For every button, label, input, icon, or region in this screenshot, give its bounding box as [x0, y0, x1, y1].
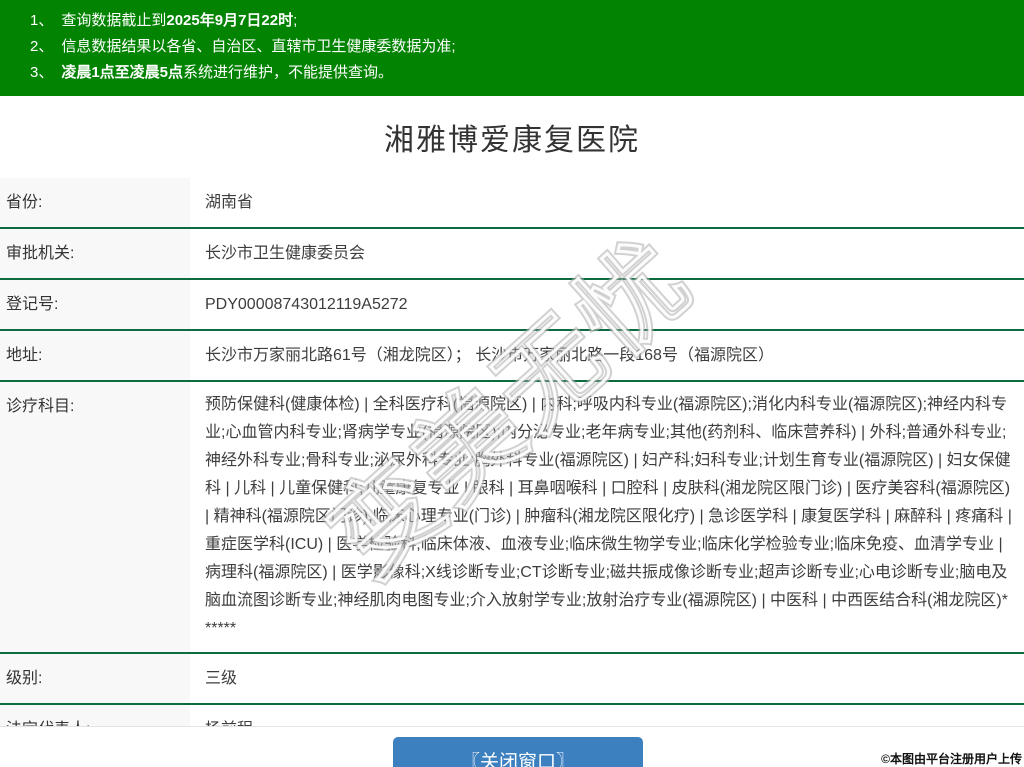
notice-text: 系统进行维护，不能提供查询。	[183, 64, 393, 81]
notice-line-1: 1、查询数据截止到2025年9月7日22时;	[30, 8, 1014, 34]
row-value: 预防保健科(健康体检) | 全科医疗科(福源院区) | 内科;呼吸内科专业(福源…	[190, 382, 1024, 652]
row-label: 地址:	[0, 331, 190, 380]
row-value: PDY00008743012119A5272	[190, 280, 1024, 329]
table-row-level: 级别: 三级	[0, 654, 1024, 705]
hospital-query-result-page: 1、查询数据截止到2025年9月7日22时; 2、信息数据结果以各省、自治区、直…	[0, 0, 1024, 767]
notice-banner: 1、查询数据截止到2025年9月7日22时; 2、信息数据结果以各省、自治区、直…	[0, 0, 1024, 96]
notice-text: 信息数据结果以各省、自治区、直辖市卫生健康委数据为准;	[61, 38, 455, 55]
row-label: 级别:	[0, 654, 190, 703]
notice-text-bold: 2025年9月7日22时	[166, 12, 293, 29]
table-row-approval-authority: 审批机关: 长沙市卫生健康委员会	[0, 229, 1024, 280]
notice-number: 3、	[30, 64, 53, 81]
notice-line-3: 3、凌晨1点至凌晨5点系统进行维护，不能提供查询。	[30, 60, 1014, 86]
hospital-info-table: 省份: 湖南省 审批机关: 长沙市卫生健康委员会 登记号: PDY0000874…	[0, 178, 1024, 756]
notice-text-bold: 凌晨1点至凌晨5点	[61, 64, 183, 81]
row-label: 省份:	[0, 178, 190, 227]
upload-copyright-note: ©本图由平台注册用户上传	[881, 750, 1022, 767]
row-value: 湖南省	[190, 178, 1024, 227]
row-label: 登记号:	[0, 280, 190, 329]
notice-text: 查询数据截止到	[61, 12, 166, 29]
page-title: 湘雅博爱康复医院	[0, 96, 1024, 178]
row-value: 三级	[190, 654, 1024, 703]
table-row-address: 地址: 长沙市万家丽北路61号（湘龙院区）； 长沙市万家丽北路一段168号（福源…	[0, 331, 1024, 382]
row-label: 诊疗科目:	[0, 382, 190, 652]
row-label: 审批机关:	[0, 229, 190, 278]
close-window-button[interactable]: 〖关闭窗口〗	[393, 737, 643, 767]
notice-number: 2、	[30, 38, 53, 55]
notice-number: 1、	[30, 12, 53, 29]
notice-line-2: 2、信息数据结果以各省、自治区、直辖市卫生健康委数据为准;	[30, 34, 1014, 60]
row-value: 长沙市万家丽北路61号（湘龙院区）； 长沙市万家丽北路一段168号（福源院区）	[190, 331, 1024, 380]
row-value: 长沙市卫生健康委员会	[190, 229, 1024, 278]
table-row-province: 省份: 湖南省	[0, 178, 1024, 229]
table-row-registration-number: 登记号: PDY00008743012119A5272	[0, 280, 1024, 331]
footer-bar: 〖关闭窗口〗 ©本图由平台注册用户上传	[0, 726, 1024, 767]
notice-text: ;	[293, 12, 297, 29]
table-row-medical-departments: 诊疗科目: 预防保健科(健康体检) | 全科医疗科(福源院区) | 内科;呼吸内…	[0, 382, 1024, 654]
